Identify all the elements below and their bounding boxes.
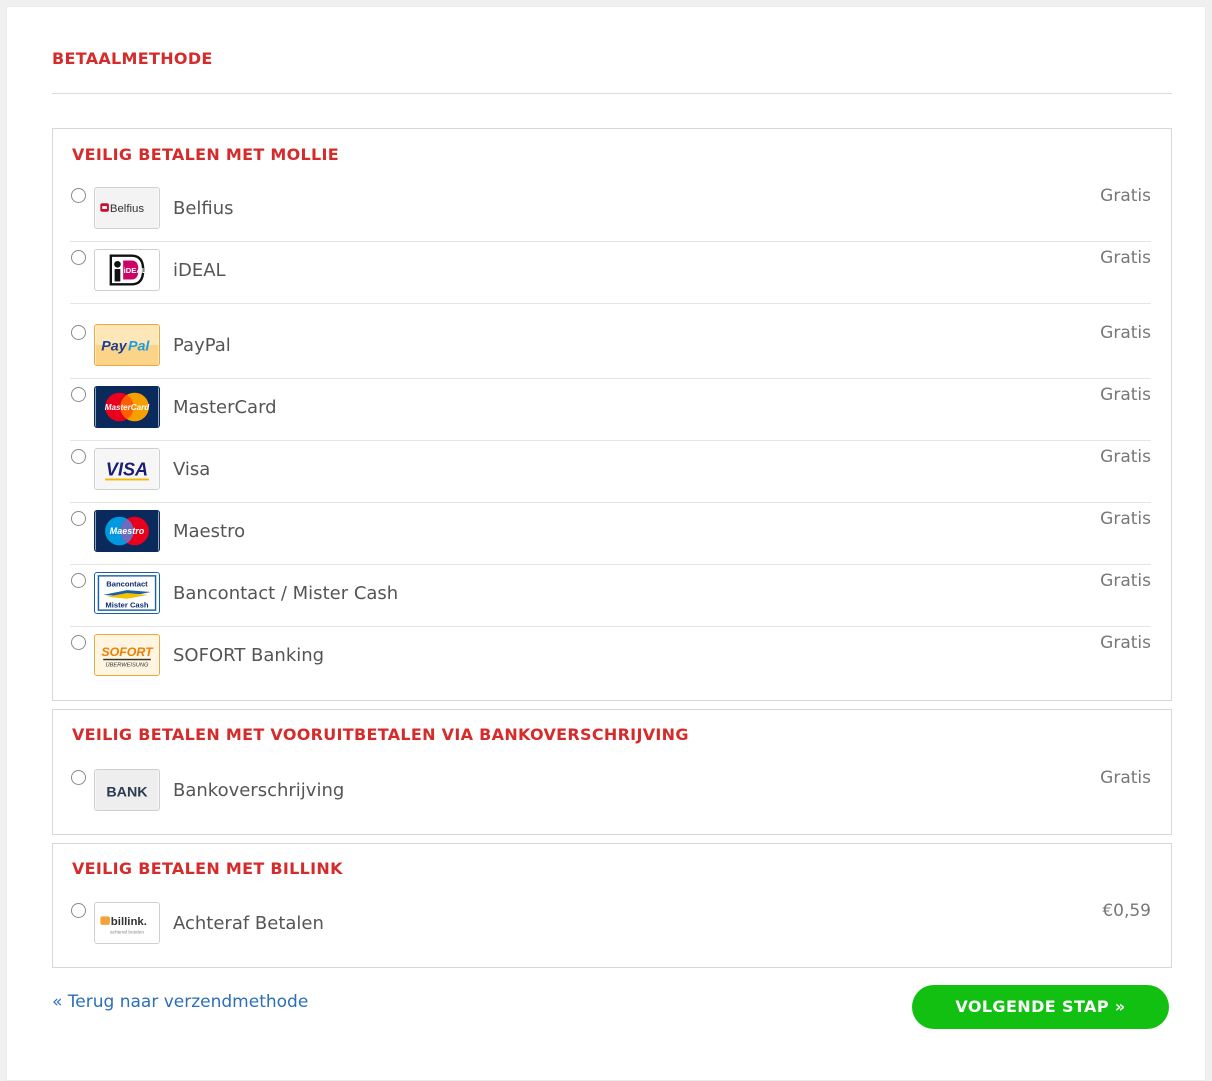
payment-name[interactable]: Visa [173,459,210,480]
svg-text:Bancontact: Bancontact [106,579,148,588]
svg-text:Pal: Pal [128,339,150,355]
payment-radio[interactable] [71,635,86,650]
mastercard-logo: MasterCard [94,386,160,428]
payment-price: Gratis [1100,571,1151,591]
payment-price: Gratis [1100,509,1151,529]
payment-option-paypal[interactable]: Pay Pal PayPal Gratis [70,304,1151,379]
belfius-logo: Belfius [94,187,160,229]
next-step-button[interactable]: VOLGENDE STAP » [912,985,1169,1029]
svg-text:achteraf betalen: achteraf betalen [110,929,144,935]
page-title: BETAALMETHODE [52,49,213,68]
payment-option-belfius[interactable]: Belfius Belfius Gratis [70,180,1151,242]
payment-name[interactable]: SOFORT Banking [173,645,324,666]
payment-name[interactable]: Bankoverschrijving [173,780,344,801]
payment-option-bancontact[interactable]: Bancontact Mister Cash Bancontact / Miste… [70,565,1151,627]
svg-text:SOFORT: SOFORT [101,645,154,659]
svg-text:MasterCard: MasterCard [105,403,151,412]
payment-price: Gratis [1100,447,1151,467]
payment-radio[interactable] [71,387,86,402]
payment-price: Gratis [1100,323,1151,343]
payment-radio[interactable] [71,770,86,785]
payment-price: Gratis [1100,248,1151,268]
bank-logo: BANK [94,769,160,811]
payment-price: Gratis [1100,633,1151,653]
paypal-logo: Pay Pal [94,324,160,366]
payment-price: Gratis [1100,768,1151,788]
svg-text:iDEAL: iDEAL [124,266,147,275]
payment-radio[interactable] [71,573,86,588]
payment-name[interactable]: MasterCard [173,397,277,418]
title-divider [52,93,1172,94]
checkout-panel: BETAALMETHODE VEILIG BETALEN MET MOLLIE … [6,6,1206,1081]
payment-option-maestro[interactable]: Maestro Maestro Gratis [70,503,1151,565]
payment-radio[interactable] [71,903,86,918]
group-title: VEILIG BETALEN MET MOLLIE [72,145,340,164]
billink-logo: billink. achteraf betalen [94,902,160,944]
svg-text:BANK: BANK [106,785,148,801]
payment-name[interactable]: Bancontact / Mister Cash [173,583,398,604]
payment-option-visa[interactable]: VISA Visa Gratis [70,441,1151,503]
payment-name[interactable]: Achteraf Betalen [173,913,324,934]
payment-name[interactable]: Belfius [173,198,234,219]
maestro-logo: Maestro [94,510,160,552]
visa-logo: VISA [94,448,160,490]
payment-radio[interactable] [71,449,86,464]
payment-group-mollie: VEILIG BETALEN MET MOLLIE Belfius Belfiu… [52,128,1172,701]
ideal-logo: iDEAL [94,249,160,291]
sofort-logo: SOFORT ÜBERWEISUNG [94,634,160,676]
payment-price: Gratis [1100,186,1151,206]
svg-text:billink.: billink. [111,916,147,928]
svg-text:Pay: Pay [101,339,127,355]
payment-option-billink[interactable]: billink. achteraf betalen Achteraf Betale… [70,895,1151,957]
payment-radio[interactable] [71,325,86,340]
group-title: VEILIG BETALEN MET VOORUITBETALEN VIA BA… [72,725,689,744]
payment-radio[interactable] [71,511,86,526]
payment-name[interactable]: PayPal [173,335,231,356]
payment-group-billink: VEILIG BETALEN MET BILLINK billink. achte… [52,843,1172,968]
payment-price: Gratis [1100,385,1151,405]
payment-option-sofort[interactable]: SOFORT ÜBERWEISUNG SOFORT Banking Gratis [70,627,1151,689]
payment-option-bank-transfer[interactable]: BANK Bankoverschrijving Gratis [70,762,1151,824]
payment-group-bank-transfer: VEILIG BETALEN MET VOORUITBETALEN VIA BA… [52,709,1172,835]
svg-text:Belfius: Belfius [110,203,145,215]
payment-radio[interactable] [71,250,86,265]
payment-name[interactable]: iDEAL [173,260,226,281]
svg-text:ÜBERWEISUNG: ÜBERWEISUNG [106,661,150,668]
payment-option-mastercard[interactable]: MasterCard MasterCard Gratis [70,379,1151,441]
svg-text:Mister Cash: Mister Cash [105,600,148,609]
svg-text:VISA: VISA [106,460,148,480]
payment-option-ideal[interactable]: iDEAL iDEAL Gratis [70,242,1151,304]
back-to-shipping-link[interactable]: « Terug naar verzendmethode [52,992,308,1012]
payment-price: €0,59 [1102,901,1151,921]
svg-text:Maestro: Maestro [110,526,145,536]
group-title: VEILIG BETALEN MET BILLINK [72,859,343,878]
bancontact-logo: Bancontact Mister Cash [94,572,160,614]
payment-radio[interactable] [71,188,86,203]
payment-name[interactable]: Maestro [173,521,245,542]
